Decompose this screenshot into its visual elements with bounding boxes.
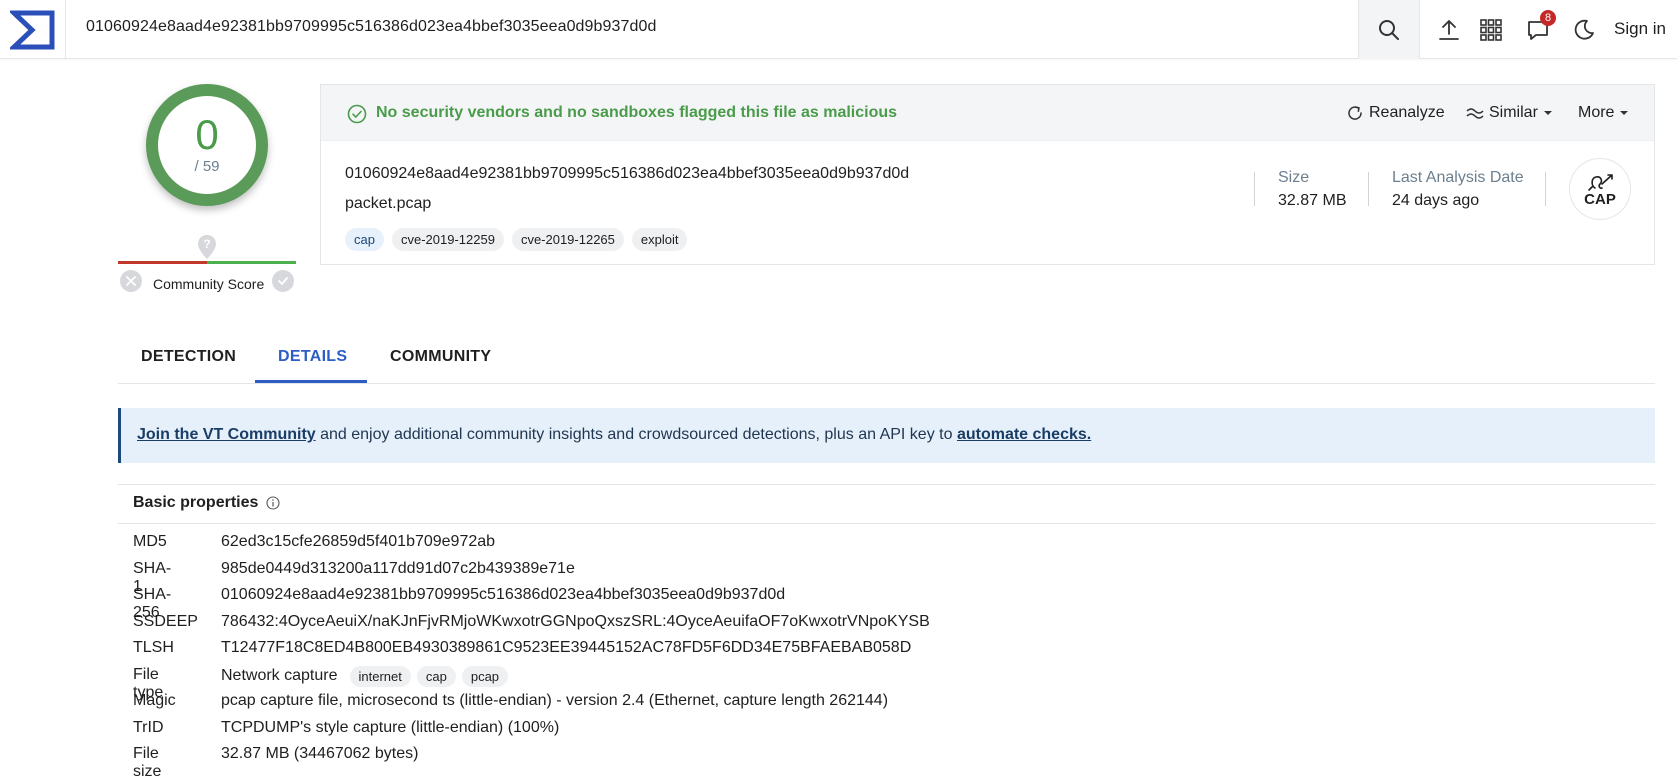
file-summary-card: No security vendors and no sandboxes fla…	[320, 84, 1655, 265]
file-type-tag[interactable]: cap	[416, 665, 456, 687]
top-bar: 01060924e8aad4e92381bb9709995c516386d023…	[0, 0, 1677, 59]
tag[interactable]: cap	[345, 228, 384, 251]
divider	[118, 523, 1655, 524]
score-inner: 0 / 59	[158, 96, 256, 194]
banner-text: Join the VT Community and enjoy addition…	[137, 426, 1091, 444]
basic-properties-label: Basic properties	[133, 494, 259, 511]
divider	[1368, 172, 1369, 206]
notification-badge: 8	[1540, 10, 1556, 26]
apps-grid-icon[interactable]	[1477, 16, 1505, 44]
notifications-chat-icon[interactable]: 8	[1524, 10, 1556, 44]
property-value: Network capture	[221, 667, 338, 684]
svg-text:?: ?	[203, 237, 210, 251]
property-value-group: Network capture internet cap pcap	[221, 665, 509, 687]
similar-label: Similar	[1489, 104, 1538, 121]
dark-mode-moon-icon[interactable]	[1570, 16, 1598, 44]
tag[interactable]: cve-2019-12265	[511, 228, 624, 251]
search-input[interactable]: 01060924e8aad4e92381bb9709995c516386d023…	[86, 18, 657, 36]
virustotal-logo-icon[interactable]	[0, 0, 66, 59]
community-score-positive-bar	[207, 261, 296, 264]
verdict-text: No security vendors and no sandboxes fla…	[376, 104, 898, 121]
divider	[1545, 172, 1546, 206]
similar-dropdown[interactable]: Similar	[1466, 104, 1553, 122]
caret-down-icon	[1620, 111, 1629, 115]
property-value[interactable]: 62ed3c15cfe26859d5f401b709e972ab	[221, 533, 495, 551]
total-engines: / 59	[194, 158, 220, 175]
community-banner: Join the VT Community and enjoy addition…	[118, 408, 1655, 463]
tab-bar: DETECTION DETAILS COMMUNITY	[118, 336, 1655, 384]
size-value: 32.87 MB	[1278, 192, 1347, 209]
property-key: File size	[133, 745, 162, 780]
more-label: More	[1578, 104, 1615, 121]
refresh-icon	[1348, 106, 1362, 120]
automate-checks-link[interactable]: automate checks.	[957, 426, 1091, 443]
property-key: SSDEEP	[133, 612, 198, 630]
tag[interactable]: cve-2019-12259	[391, 228, 504, 251]
active-tab-indicator	[255, 380, 367, 383]
property-value[interactable]: 01060924e8aad4e92381bb9709995c516386d023…	[221, 586, 785, 604]
community-score-label: Community Score	[153, 276, 265, 292]
summary-header: No security vendors and no sandboxes fla…	[321, 85, 1654, 141]
community-score-negative-bar	[118, 261, 207, 264]
upload-icon[interactable]	[1435, 16, 1463, 44]
divider	[1254, 172, 1255, 206]
banner-middle-text: and enjoy additional community insights …	[315, 426, 957, 443]
community-score-marker-icon: ?	[197, 234, 217, 264]
last-analysis-label: Last Analysis Date	[1392, 169, 1524, 186]
file-type-tag[interactable]: pcap	[461, 665, 509, 687]
search-button[interactable]	[1358, 0, 1420, 59]
join-community-link[interactable]: Join the VT Community	[137, 426, 316, 443]
property-value: 32.87 MB (34467062 bytes)	[221, 745, 419, 762]
file-type-tag[interactable]: internet	[349, 665, 411, 687]
file-type-label: CAP	[1584, 190, 1616, 208]
reanalyze-label: Reanalyze	[1369, 104, 1445, 121]
property-key: TLSH	[133, 639, 174, 656]
property-key: Magic	[133, 692, 176, 709]
check-circle-icon	[347, 104, 367, 128]
property-value[interactable]: 985de0449d313200a117dd91d07c2b439389e71e	[221, 560, 575, 578]
basic-properties-title: Basic properties	[133, 494, 280, 512]
tag[interactable]: exploit	[631, 228, 688, 251]
file-name: packet.pcap	[345, 195, 432, 212]
last-analysis-value: 24 days ago	[1392, 192, 1480, 209]
property-key: MD5	[133, 533, 167, 550]
vote-harmless-icon[interactable]	[272, 270, 294, 292]
file-tags: cap cve-2019-12259 cve-2019-12265 exploi…	[345, 228, 688, 251]
tab-detection[interactable]: DETECTION	[141, 348, 236, 366]
info-icon[interactable]	[266, 496, 280, 510]
divider	[118, 484, 1655, 485]
tab-community[interactable]: COMMUNITY	[390, 348, 491, 366]
file-hash[interactable]: 01060924e8aad4e92381bb9709995c516386d023…	[345, 165, 909, 183]
detection-count: 0	[195, 111, 219, 158]
tab-details[interactable]: DETAILS	[278, 348, 347, 366]
file-type-cap-icon: CAP	[1569, 158, 1631, 220]
property-value[interactable]: 786432:4OyceAeuiX/naKJnFjvRMjoWKwxotrGGN…	[221, 613, 930, 631]
detection-score-ring: 0 / 59	[146, 84, 268, 206]
similar-wave-icon	[1466, 108, 1484, 119]
search-icon	[1379, 19, 1399, 40]
more-dropdown[interactable]: More	[1578, 104, 1629, 122]
vote-malicious-icon[interactable]	[120, 270, 142, 292]
caret-down-icon	[1543, 111, 1552, 115]
reanalyze-button[interactable]: Reanalyze	[1346, 104, 1445, 122]
property-value: pcap capture file, microsecond ts (littl…	[221, 692, 889, 709]
property-key: TrID	[133, 718, 164, 736]
property-value: TCPDUMP's style capture (little-endian) …	[221, 718, 560, 736]
size-label: Size	[1278, 169, 1310, 186]
sign-in-link[interactable]: Sign in	[1614, 19, 1666, 39]
property-value[interactable]: T12477F18C8ED4B800EB4930389861C9523EE394…	[221, 639, 911, 657]
